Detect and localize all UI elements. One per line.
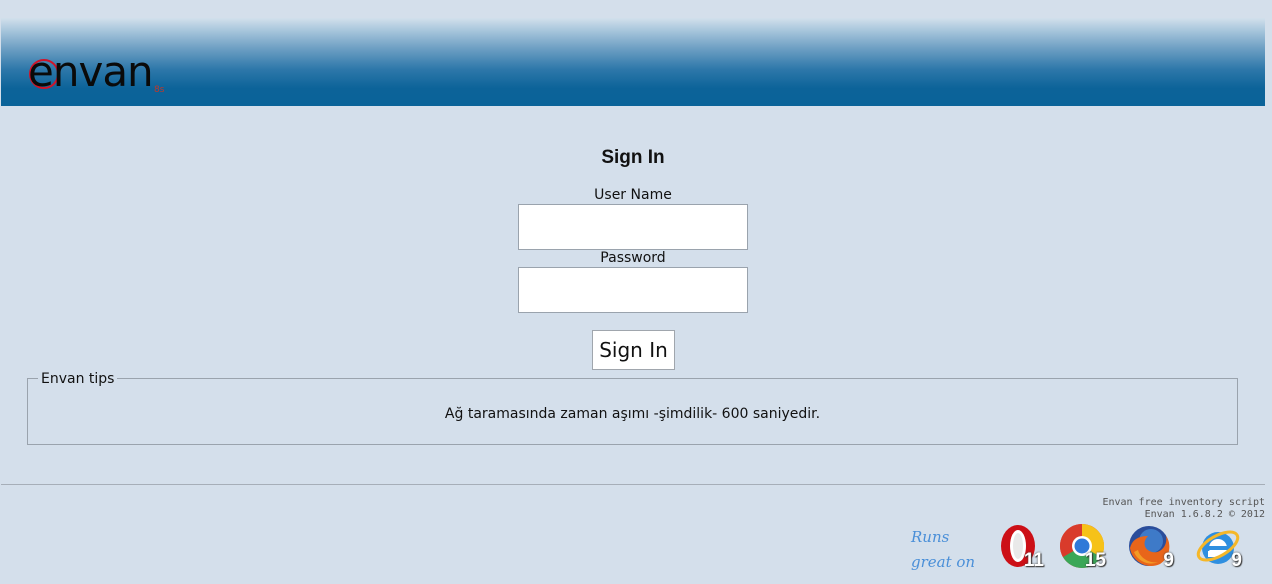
footer-version: Envan 1.6.8.2 © 2012 [1144,509,1265,520]
logo-text: envan [28,47,154,96]
firefox-version: 9 [1163,550,1174,571]
ie-icon[interactable]: 9 [1194,522,1242,570]
envan-logo[interactable]: envan 8s [28,47,178,101]
opera-version: 11 [1023,550,1044,571]
ie-version: 9 [1231,550,1242,571]
username-input[interactable] [518,204,748,250]
chrome-icon[interactable]: 15 [1058,522,1106,570]
header-banner: envan 8s [1,18,1265,106]
sign-in-button[interactable]: Sign In [592,330,675,370]
password-input[interactable] [518,267,748,313]
page-title: Sign In [601,147,665,168]
password-label: Password [600,250,666,266]
footer-divider [1,484,1265,485]
runs-line-1: Runs [911,528,950,546]
login-page: envan 8s Sign In User Name Password Sign… [0,0,1272,584]
tips-text: Ağ taramasında zaman aşımı -şimdilik- 60… [444,406,821,422]
runs-great-on-label: Runs great on [911,525,975,575]
footer-script-name: Envan free inventory script [1102,497,1265,508]
runs-line-2: great on [911,553,976,571]
firefox-icon[interactable]: 9 [1126,522,1174,570]
opera-icon[interactable]: 11 [996,522,1044,570]
tips-legend: Envan tips [38,371,118,387]
chrome-version: 15 [1084,550,1106,571]
tips-box: Envan tips Ağ taramasında zaman aşımı -ş… [27,371,1238,445]
username-label: User Name [594,187,672,203]
logo-subscript: 8s [154,85,165,95]
